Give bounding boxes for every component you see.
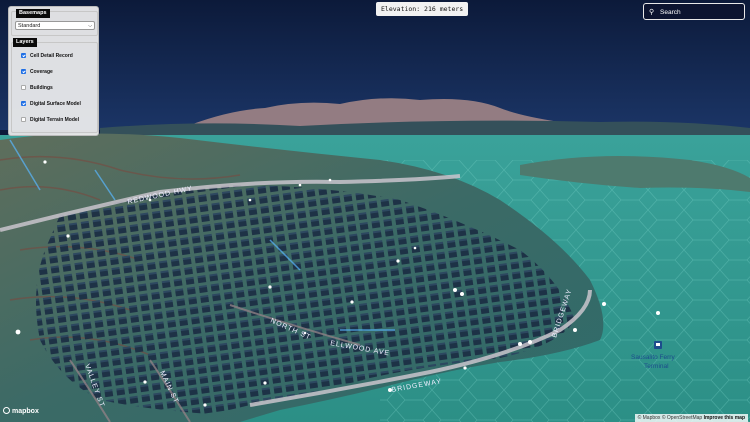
basemap-select[interactable]: Standard ⌵ (15, 21, 95, 30)
mapbox-logo-text: mapbox (12, 408, 39, 415)
layer-label: Buildings (30, 85, 53, 91)
map-canvas[interactable]: REDWOOD HWY NORTH ST ELLWOOD AVE BRIDGEW… (0, 0, 750, 422)
mapbox-mark-icon (3, 407, 10, 414)
layer-label: Digital Terrain Model (30, 117, 79, 123)
chevron-down-icon: ⌵ (88, 22, 92, 31)
search-placeholder: Search (660, 4, 681, 21)
layer-label: Coverage (30, 69, 53, 75)
basemaps-title: Basemaps (16, 9, 50, 18)
layer-buildings[interactable]: Buildings (21, 84, 53, 92)
layer-coverage[interactable]: Coverage (21, 68, 53, 76)
layer-digital-surface-model[interactable]: Digital Surface Model (21, 100, 81, 108)
layer-checkbox-dsm[interactable] (21, 101, 26, 106)
layer-checkbox-dtm[interactable] (21, 117, 26, 122)
map-attribution: © Mapbox © OpenStreetMap Improve this ma… (635, 414, 748, 422)
attribution-improve-link[interactable]: Improve this map (704, 415, 745, 421)
layer-cell-detail-record[interactable]: Cell Detail Record (21, 52, 73, 60)
search-box[interactable]: ⚲ Search (643, 3, 745, 20)
layer-checkbox-buildings[interactable] (21, 85, 26, 90)
poi-label-line2: Terminal (644, 363, 669, 370)
layer-label: Cell Detail Record (30, 53, 73, 59)
poi-label-line1: Sausalito Ferry (631, 354, 675, 361)
search-icon: ⚲ (649, 4, 654, 21)
elevation-readout: Elevation: 216 meters (376, 2, 468, 16)
layer-label: Digital Surface Model (30, 101, 81, 107)
map-controls-panel: Basemaps Standard ⌵ Layers Cell Detail R… (8, 6, 99, 136)
layer-checkbox-cdr[interactable] (21, 53, 26, 58)
mapbox-logo[interactable]: mapbox (3, 407, 39, 415)
layer-digital-terrain-model[interactable]: Digital Terrain Model (21, 116, 79, 124)
layers-title: Layers (13, 38, 37, 47)
attribution-mapbox[interactable]: © Mapbox (638, 415, 661, 421)
layer-checkbox-coverage[interactable] (21, 69, 26, 74)
basemap-selected: Standard (18, 23, 40, 29)
attribution-osm[interactable]: © OpenStreetMap (662, 415, 702, 421)
